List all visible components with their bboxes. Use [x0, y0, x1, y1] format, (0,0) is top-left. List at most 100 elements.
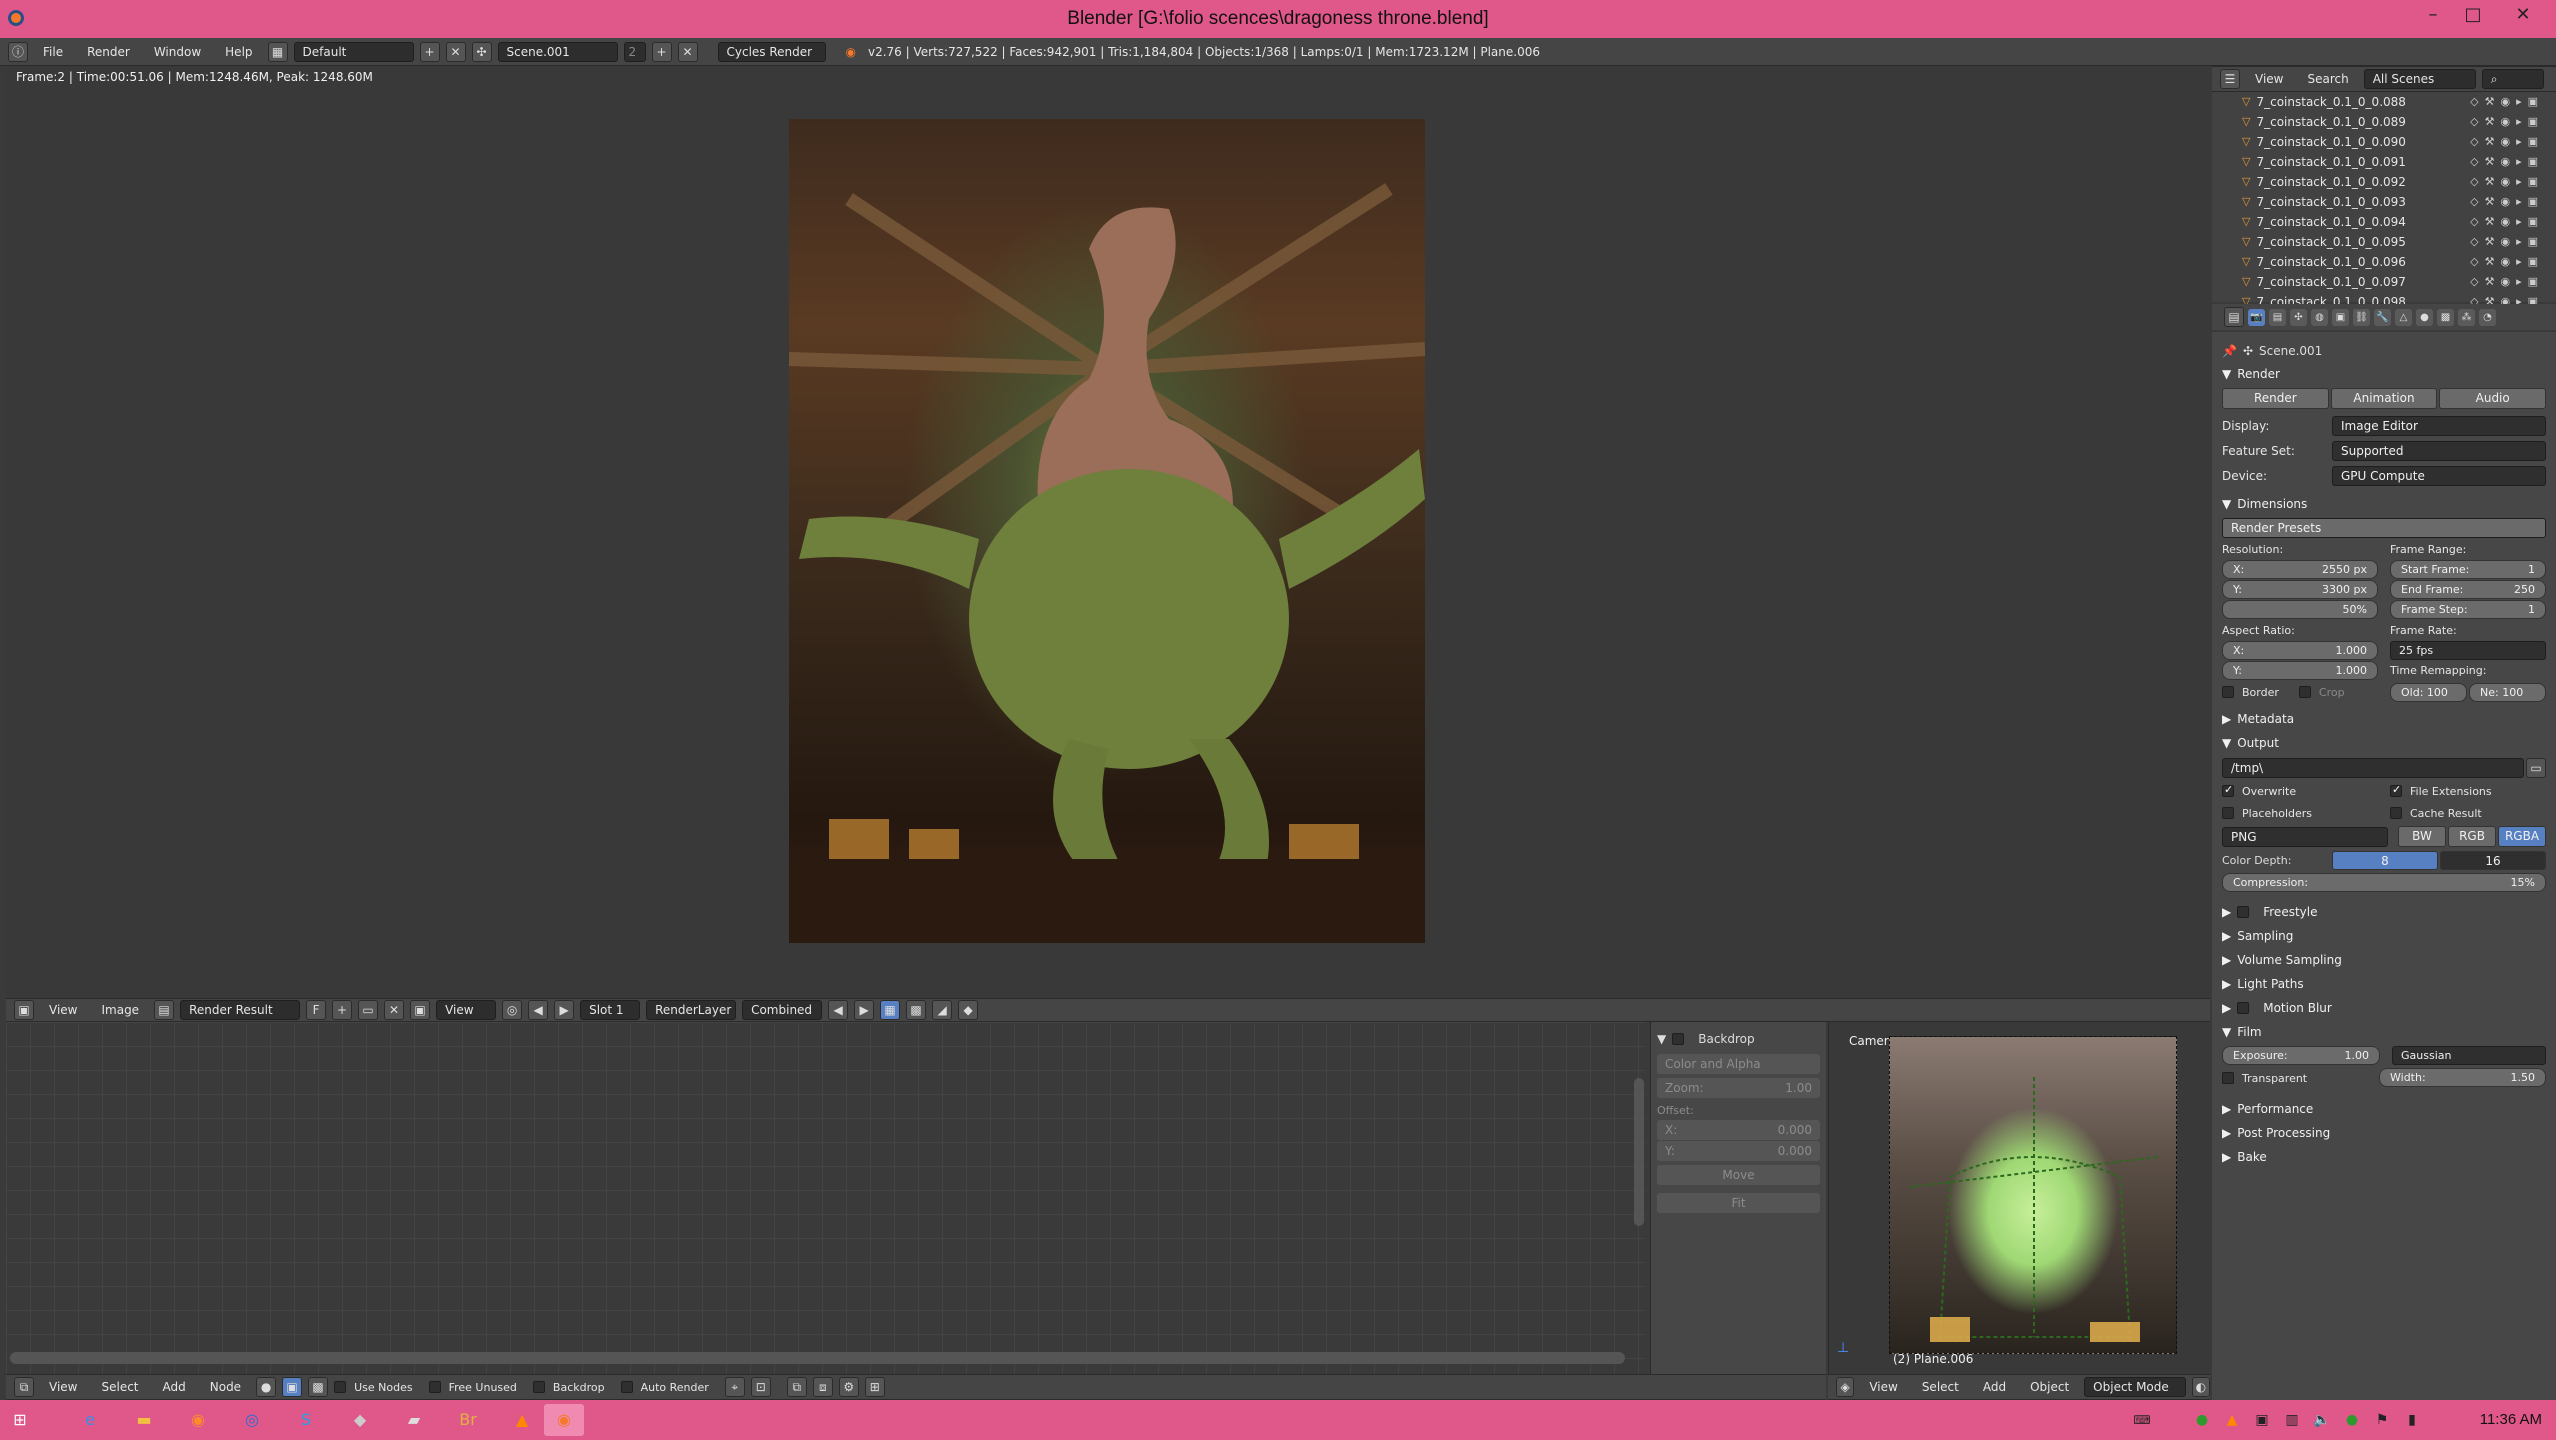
- file-extensions-toggle[interactable]: File Extensions: [2390, 780, 2546, 802]
- render-layer-select[interactable]: RenderLayer: [646, 1000, 737, 1020]
- backdrop-channels-select[interactable]: Color and Alpha: [1657, 1054, 1820, 1074]
- frame-step-field[interactable]: Frame Step: 1: [2390, 600, 2546, 619]
- outliner-item[interactable]: ▽ 7_coinstack_0.1_0_0.095 ◇⚒◉▸▣: [2226, 232, 2556, 252]
- tray-bridge-icon[interactable]: ▣: [2250, 1404, 2274, 1436]
- visibility-eye-icon[interactable]: ◇⚒◉▸▣: [2470, 212, 2544, 232]
- visibility-eye-icon[interactable]: ◇⚒◉▸▣: [2470, 92, 2544, 112]
- constraints-tab-icon[interactable]: ⛓: [2353, 308, 2370, 326]
- remove-layout-icon[interactable]: ✕: [445, 41, 466, 62]
- pin-icon[interactable]: 📌: [2222, 344, 2237, 358]
- free-unused-toggle[interactable]: Free Unused: [428, 1376, 517, 1398]
- open-image-icon[interactable]: ▭: [358, 1000, 379, 1020]
- image-name-field[interactable]: Render Result: [180, 1000, 301, 1020]
- node-menu-node[interactable]: Node: [201, 1380, 250, 1394]
- scene-tab-icon[interactable]: ✣: [2290, 308, 2307, 326]
- file-format-select[interactable]: PNG: [2222, 826, 2388, 847]
- firefox-icon[interactable]: ◉: [178, 1404, 218, 1436]
- display-select[interactable]: Image Editor: [2332, 415, 2546, 436]
- color-rgb-button[interactable]: RGB: [2448, 826, 2496, 847]
- tray-status-icon[interactable]: ●: [2340, 1404, 2364, 1436]
- start-windows-icon[interactable]: ⊞: [0, 1404, 40, 1436]
- add-layout-icon[interactable]: +: [419, 41, 440, 62]
- backdrop-header-checkbox[interactable]: [532, 1381, 545, 1393]
- auto-render-checkbox[interactable]: [620, 1381, 633, 1393]
- taskbar-clock[interactable]: 11:36 AM: [2480, 1411, 2542, 1428]
- dimensions-panel-header[interactable]: ▼ Dimensions: [2222, 492, 2546, 516]
- 3d-menu-add[interactable]: Add: [1974, 1380, 2015, 1394]
- feature-set-select[interactable]: Supported: [2332, 440, 2546, 461]
- editor-type-3d-icon[interactable]: ◈: [1836, 1377, 1855, 1397]
- resolution-x-field[interactable]: X: 2550 px: [2222, 560, 2378, 579]
- image-browse-icon[interactable]: ▤: [154, 1000, 175, 1020]
- keyboard-icon[interactable]: ⌨: [2130, 1404, 2154, 1436]
- use-nodes-toggle[interactable]: Use Nodes: [334, 1376, 413, 1398]
- cache-result-checkbox[interactable]: [2390, 807, 2402, 819]
- node-editor-vertical-scrollbar[interactable]: [1634, 1078, 1644, 1226]
- prev-pass-icon[interactable]: ◀: [828, 1000, 849, 1020]
- 3d-menu-select[interactable]: Select: [1913, 1380, 1968, 1394]
- section-enable-checkbox[interactable]: [2237, 906, 2250, 918]
- filter-type-select[interactable]: Gaussian: [2392, 1046, 2546, 1065]
- use-nodes-checkbox[interactable]: [334, 1381, 347, 1393]
- terminal-icon[interactable]: ▰: [394, 1404, 434, 1436]
- exposure-field[interactable]: Exposure: 1.00: [2222, 1046, 2380, 1065]
- outliner-item[interactable]: ▽ 7_coinstack_0.1_0_0.092 ◇⚒◉▸▣: [2226, 172, 2556, 192]
- color-depth-8-button[interactable]: 8: [2332, 850, 2438, 870]
- crop-checkbox[interactable]: [2298, 686, 2311, 698]
- node-options-icon[interactable]: ⚙: [838, 1377, 859, 1397]
- outliner-list[interactable]: ▽ 7_coinstack_0.1_0_0.088 ◇⚒◉▸▣ ▽ 7_coinstac…: [2212, 92, 2556, 309]
- file-extensions-checkbox[interactable]: [2390, 785, 2402, 797]
- shader-nodes-icon[interactable]: ●: [256, 1377, 277, 1397]
- paste-nodes-icon[interactable]: ⧈: [812, 1377, 833, 1397]
- scene-icon[interactable]: ✣: [471, 41, 492, 62]
- resolution-percentage-slider[interactable]: 50%: [2222, 600, 2378, 619]
- visibility-eye-icon[interactable]: ◇⚒◉▸▣: [2470, 252, 2544, 272]
- render-image-button[interactable]: Render: [2222, 388, 2329, 409]
- node-editor-horizontal-scrollbar[interactable]: [10, 1352, 1625, 1364]
- render-audio-button[interactable]: Audio: [2439, 388, 2547, 409]
- resolution-y-field[interactable]: Y: 3300 px: [2222, 580, 2378, 599]
- device-select[interactable]: GPU Compute: [2332, 465, 2546, 486]
- metadata-panel-header[interactable]: ▶ Metadata: [2222, 707, 2546, 731]
- bridge-icon[interactable]: Br: [448, 1404, 488, 1436]
- outliner-item[interactable]: ▽ 7_coinstack_0.1_0_0.090 ◇⚒◉▸▣: [2226, 132, 2556, 152]
- frame-rate-select[interactable]: 25 fps: [2390, 641, 2546, 660]
- view-mode-icon[interactable]: ▣: [410, 1000, 431, 1020]
- outliner-menu-view[interactable]: View: [2246, 72, 2292, 86]
- auto-render-toggle[interactable]: Auto Render: [620, 1376, 709, 1398]
- fake-user-button[interactable]: F: [306, 1000, 327, 1020]
- compression-slider[interactable]: Compression: 15%: [2222, 873, 2546, 892]
- pivot-icon[interactable]: ◎: [502, 1000, 523, 1020]
- visibility-eye-icon[interactable]: ◇⚒◉▸▣: [2470, 112, 2544, 132]
- backdrop-panel-header[interactable]: ▼ Backdrop: [1657, 1028, 1820, 1050]
- offset-x-field[interactable]: X: 0.000: [1657, 1120, 1820, 1140]
- editor-type-properties-icon[interactable]: ▤: [2224, 307, 2244, 327]
- section-light-paths[interactable]: ▶ Light Paths: [2222, 972, 2546, 996]
- vlc-icon[interactable]: ▲: [502, 1404, 542, 1436]
- crop-toggle[interactable]: Crop: [2298, 681, 2345, 703]
- file-explorer-icon[interactable]: ▬: [124, 1404, 164, 1436]
- transparent-toggle[interactable]: Transparent: [2222, 1067, 2367, 1089]
- new-image-icon[interactable]: +: [332, 1000, 353, 1020]
- display-rgb-alpha-icon[interactable]: ▦: [880, 1000, 901, 1020]
- interaction-mode-select[interactable]: Object Mode: [2084, 1377, 2186, 1397]
- section-performance[interactable]: ▶ Performance: [2222, 1097, 2546, 1121]
- tray-power-icon[interactable]: ▮: [2400, 1404, 2424, 1436]
- remove-scene-icon[interactable]: ✕: [677, 41, 698, 62]
- viewport-shading-icon[interactable]: ◐: [2191, 1377, 2210, 1397]
- fit-button[interactable]: Fit: [1657, 1193, 1820, 1213]
- copy-nodes-icon[interactable]: ⧉: [786, 1377, 807, 1397]
- outliner-menu-search[interactable]: Search: [2298, 72, 2357, 86]
- section-enable-checkbox[interactable]: [2237, 1002, 2250, 1014]
- move-button[interactable]: Move: [1657, 1165, 1820, 1185]
- screen-layout-icon[interactable]: ▦: [267, 41, 288, 62]
- filter-width-field[interactable]: Width: 1.50: [2379, 1068, 2546, 1087]
- section-freestyle[interactable]: ▶ Freestyle: [2222, 900, 2546, 924]
- texture-nodes-icon[interactable]: ▩: [308, 1377, 329, 1397]
- color-bw-button[interactable]: BW: [2398, 826, 2446, 847]
- compositing-nodes-icon[interactable]: ▣: [282, 1377, 303, 1397]
- outliner-item[interactable]: ▽ 7_coinstack_0.1_0_0.097 ◇⚒◉▸▣: [2226, 272, 2556, 292]
- blender-taskbar-icon[interactable]: ◉: [544, 1404, 584, 1436]
- snap-type-icon[interactable]: ⊡: [750, 1377, 771, 1397]
- placeholders-toggle[interactable]: Placeholders: [2222, 802, 2378, 824]
